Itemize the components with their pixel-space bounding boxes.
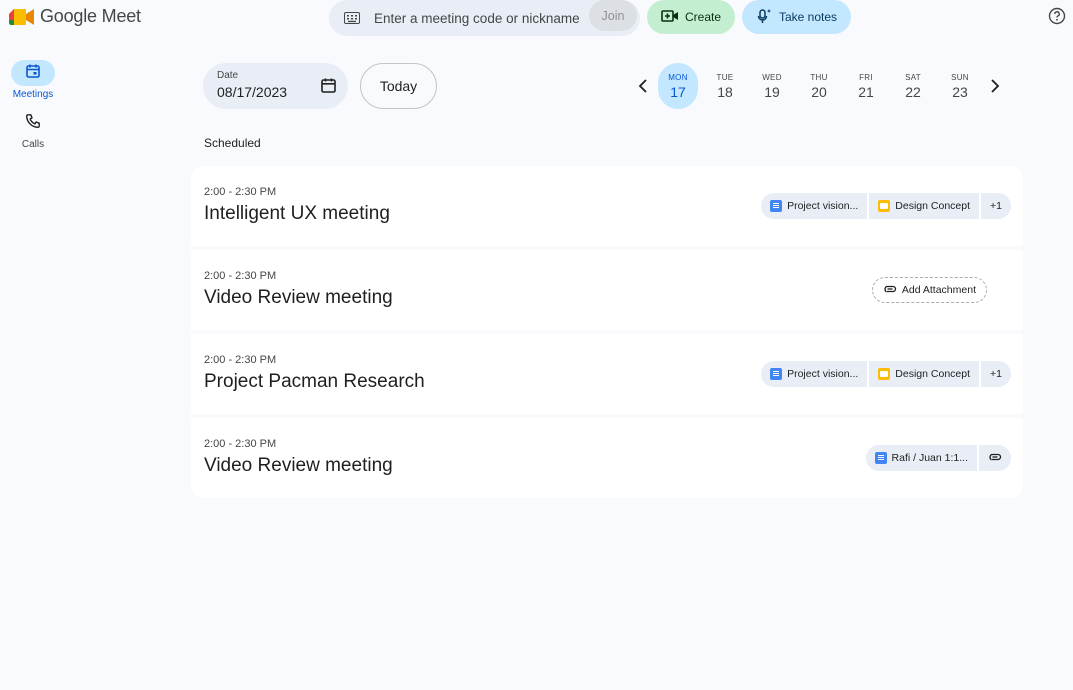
day-name: TUE: [716, 72, 734, 82]
docs-icon: [770, 368, 783, 380]
meeting-card[interactable]: 2:00 - 2:30 PM Video Review meeting Add …: [191, 250, 1023, 330]
docs-icon: [874, 452, 887, 464]
day-sun[interactable]: SUN 23: [940, 63, 980, 109]
video-add-icon: [661, 9, 679, 26]
add-attachment-label: Add Attachment: [901, 284, 976, 296]
top-bar: Google Meet Enter a meeting code or nick…: [0, 0, 1073, 36]
meet-logo-icon: [8, 7, 36, 27]
meeting-card[interactable]: 2:00 - 2:30 PM Video Review meeting Rafi…: [191, 418, 1023, 498]
brand-name: Google Meet: [40, 6, 141, 26]
add-attachment-button[interactable]: Add Attachment: [871, 277, 987, 303]
day-fri[interactable]: FRI 21: [846, 63, 886, 109]
day-name: WED: [762, 72, 782, 82]
meeting-time: 2:00 - 2:30 PM: [204, 270, 277, 282]
calendar-picker-icon[interactable]: [320, 77, 337, 94]
chevron-right-icon[interactable]: [984, 75, 1006, 97]
more-attachments-chip[interactable]: +1: [981, 193, 1011, 219]
add-attachment-chip[interactable]: [979, 445, 1011, 471]
side-nav: Meetings Calls: [0, 60, 66, 160]
day-number: 18: [717, 83, 733, 100]
day-number: 21: [858, 83, 874, 100]
date-field[interactable]: Date 08/17/2023: [203, 63, 348, 109]
today-button[interactable]: Today: [360, 63, 437, 109]
more-attachments-chip[interactable]: +1: [981, 361, 1011, 387]
slides-icon: [878, 200, 891, 212]
attachment-chip[interactable]: Project vision...: [761, 361, 868, 387]
meeting-title[interactable]: Intelligent UX meeting: [204, 203, 390, 225]
day-name: SUN: [951, 72, 969, 82]
day-mon[interactable]: MON 17: [658, 63, 698, 109]
meeting-time: 2:00 - 2:30 PM: [204, 438, 277, 450]
attachment-label: Project vision...: [787, 200, 859, 212]
day-number: 22: [905, 83, 921, 100]
attachment-label: Rafi / Juan 1:1...: [891, 452, 968, 464]
nav-item-meetings[interactable]: Meetings: [0, 60, 66, 100]
create-label: Create: [684, 10, 722, 24]
app-logo[interactable]: Google Meet: [8, 6, 141, 27]
attachment-label: Project vision...: [787, 368, 859, 380]
attachment-chips: Project vision... Design Concept +1: [761, 193, 1011, 219]
docs-icon: [770, 200, 783, 212]
day-number: 17: [670, 83, 686, 100]
search-placeholder[interactable]: Enter a meeting code or nickname: [374, 11, 580, 26]
meeting-card[interactable]: 2:00 - 2:30 PM Intelligent UX meeting Pr…: [191, 166, 1023, 246]
week-days: MON 17 TUE 18 WED 19 THU 20 FRI 21 SAT 22 SUN 2…: [658, 63, 980, 109]
join-button[interactable]: Join: [589, 0, 637, 31]
nav-pill: [11, 110, 55, 136]
meeting-title[interactable]: Video Review meeting: [204, 287, 393, 309]
day-number: 20: [811, 83, 827, 100]
day-wed[interactable]: WED 19: [752, 63, 792, 109]
help-icon[interactable]: [1048, 7, 1066, 25]
paperclip-icon: [988, 452, 1002, 465]
attachment-chip[interactable]: Design Concept: [869, 193, 980, 219]
phone-icon: [25, 113, 41, 134]
attachment-chip[interactable]: Project vision...: [761, 193, 868, 219]
nav-pill: [11, 60, 55, 86]
nav-label: Calls: [21, 139, 45, 150]
week-strip: MON 17 TUE 18 WED 19 THU 20 FRI 21 SAT 22 SUN 2…: [632, 63, 1006, 109]
take-notes-label: Take notes: [778, 10, 838, 24]
attachment-chips: Project vision... Design Concept +1: [761, 361, 1011, 387]
day-name: SAT: [905, 72, 921, 82]
create-button[interactable]: Create: [647, 0, 735, 34]
day-name: MON: [668, 72, 688, 82]
day-number: 19: [764, 83, 780, 100]
section-title: Scheduled: [204, 136, 261, 150]
attachment-label: Design Concept: [895, 368, 971, 380]
attachment-label: Design Concept: [895, 200, 971, 212]
date-field-value[interactable]: 08/17/2023: [217, 84, 287, 100]
day-thu[interactable]: THU 20: [799, 63, 839, 109]
take-notes-button[interactable]: Take notes: [742, 0, 851, 34]
meeting-title[interactable]: Project Pacman Research: [204, 371, 425, 393]
meeting-time: 2:00 - 2:30 PM: [204, 354, 277, 366]
attachment-chip[interactable]: Rafi / Juan 1:1...: [865, 445, 977, 471]
meeting-list: 2:00 - 2:30 PM Intelligent UX meeting Pr…: [191, 166, 1023, 502]
attachment-chips: Rafi / Juan 1:1...: [865, 445, 1011, 471]
date-field-label: Date: [217, 70, 239, 81]
keyboard-icon: [343, 9, 361, 27]
nav-label: Meetings: [12, 89, 54, 100]
meeting-time: 2:00 - 2:30 PM: [204, 186, 277, 198]
chevron-left-icon[interactable]: [632, 75, 654, 97]
day-tue[interactable]: TUE 18: [705, 63, 745, 109]
day-number: 23: [952, 83, 968, 100]
meeting-card[interactable]: 2:00 - 2:30 PM Project Pacman Research P…: [191, 334, 1023, 414]
meeting-title[interactable]: Video Review meeting: [204, 455, 393, 477]
day-name: THU: [810, 72, 828, 82]
calendar-icon: [25, 63, 41, 84]
slides-icon: [878, 368, 891, 380]
nav-item-calls[interactable]: Calls: [0, 110, 66, 150]
meeting-code-search[interactable]: Enter a meeting code or nickname Join: [329, 0, 640, 36]
day-name: FRI: [859, 72, 873, 82]
mic-sparkle-icon: [756, 8, 772, 27]
day-sat[interactable]: SAT 22: [893, 63, 933, 109]
attachment-chip[interactable]: Design Concept: [869, 361, 980, 387]
paperclip-icon: [883, 284, 897, 297]
